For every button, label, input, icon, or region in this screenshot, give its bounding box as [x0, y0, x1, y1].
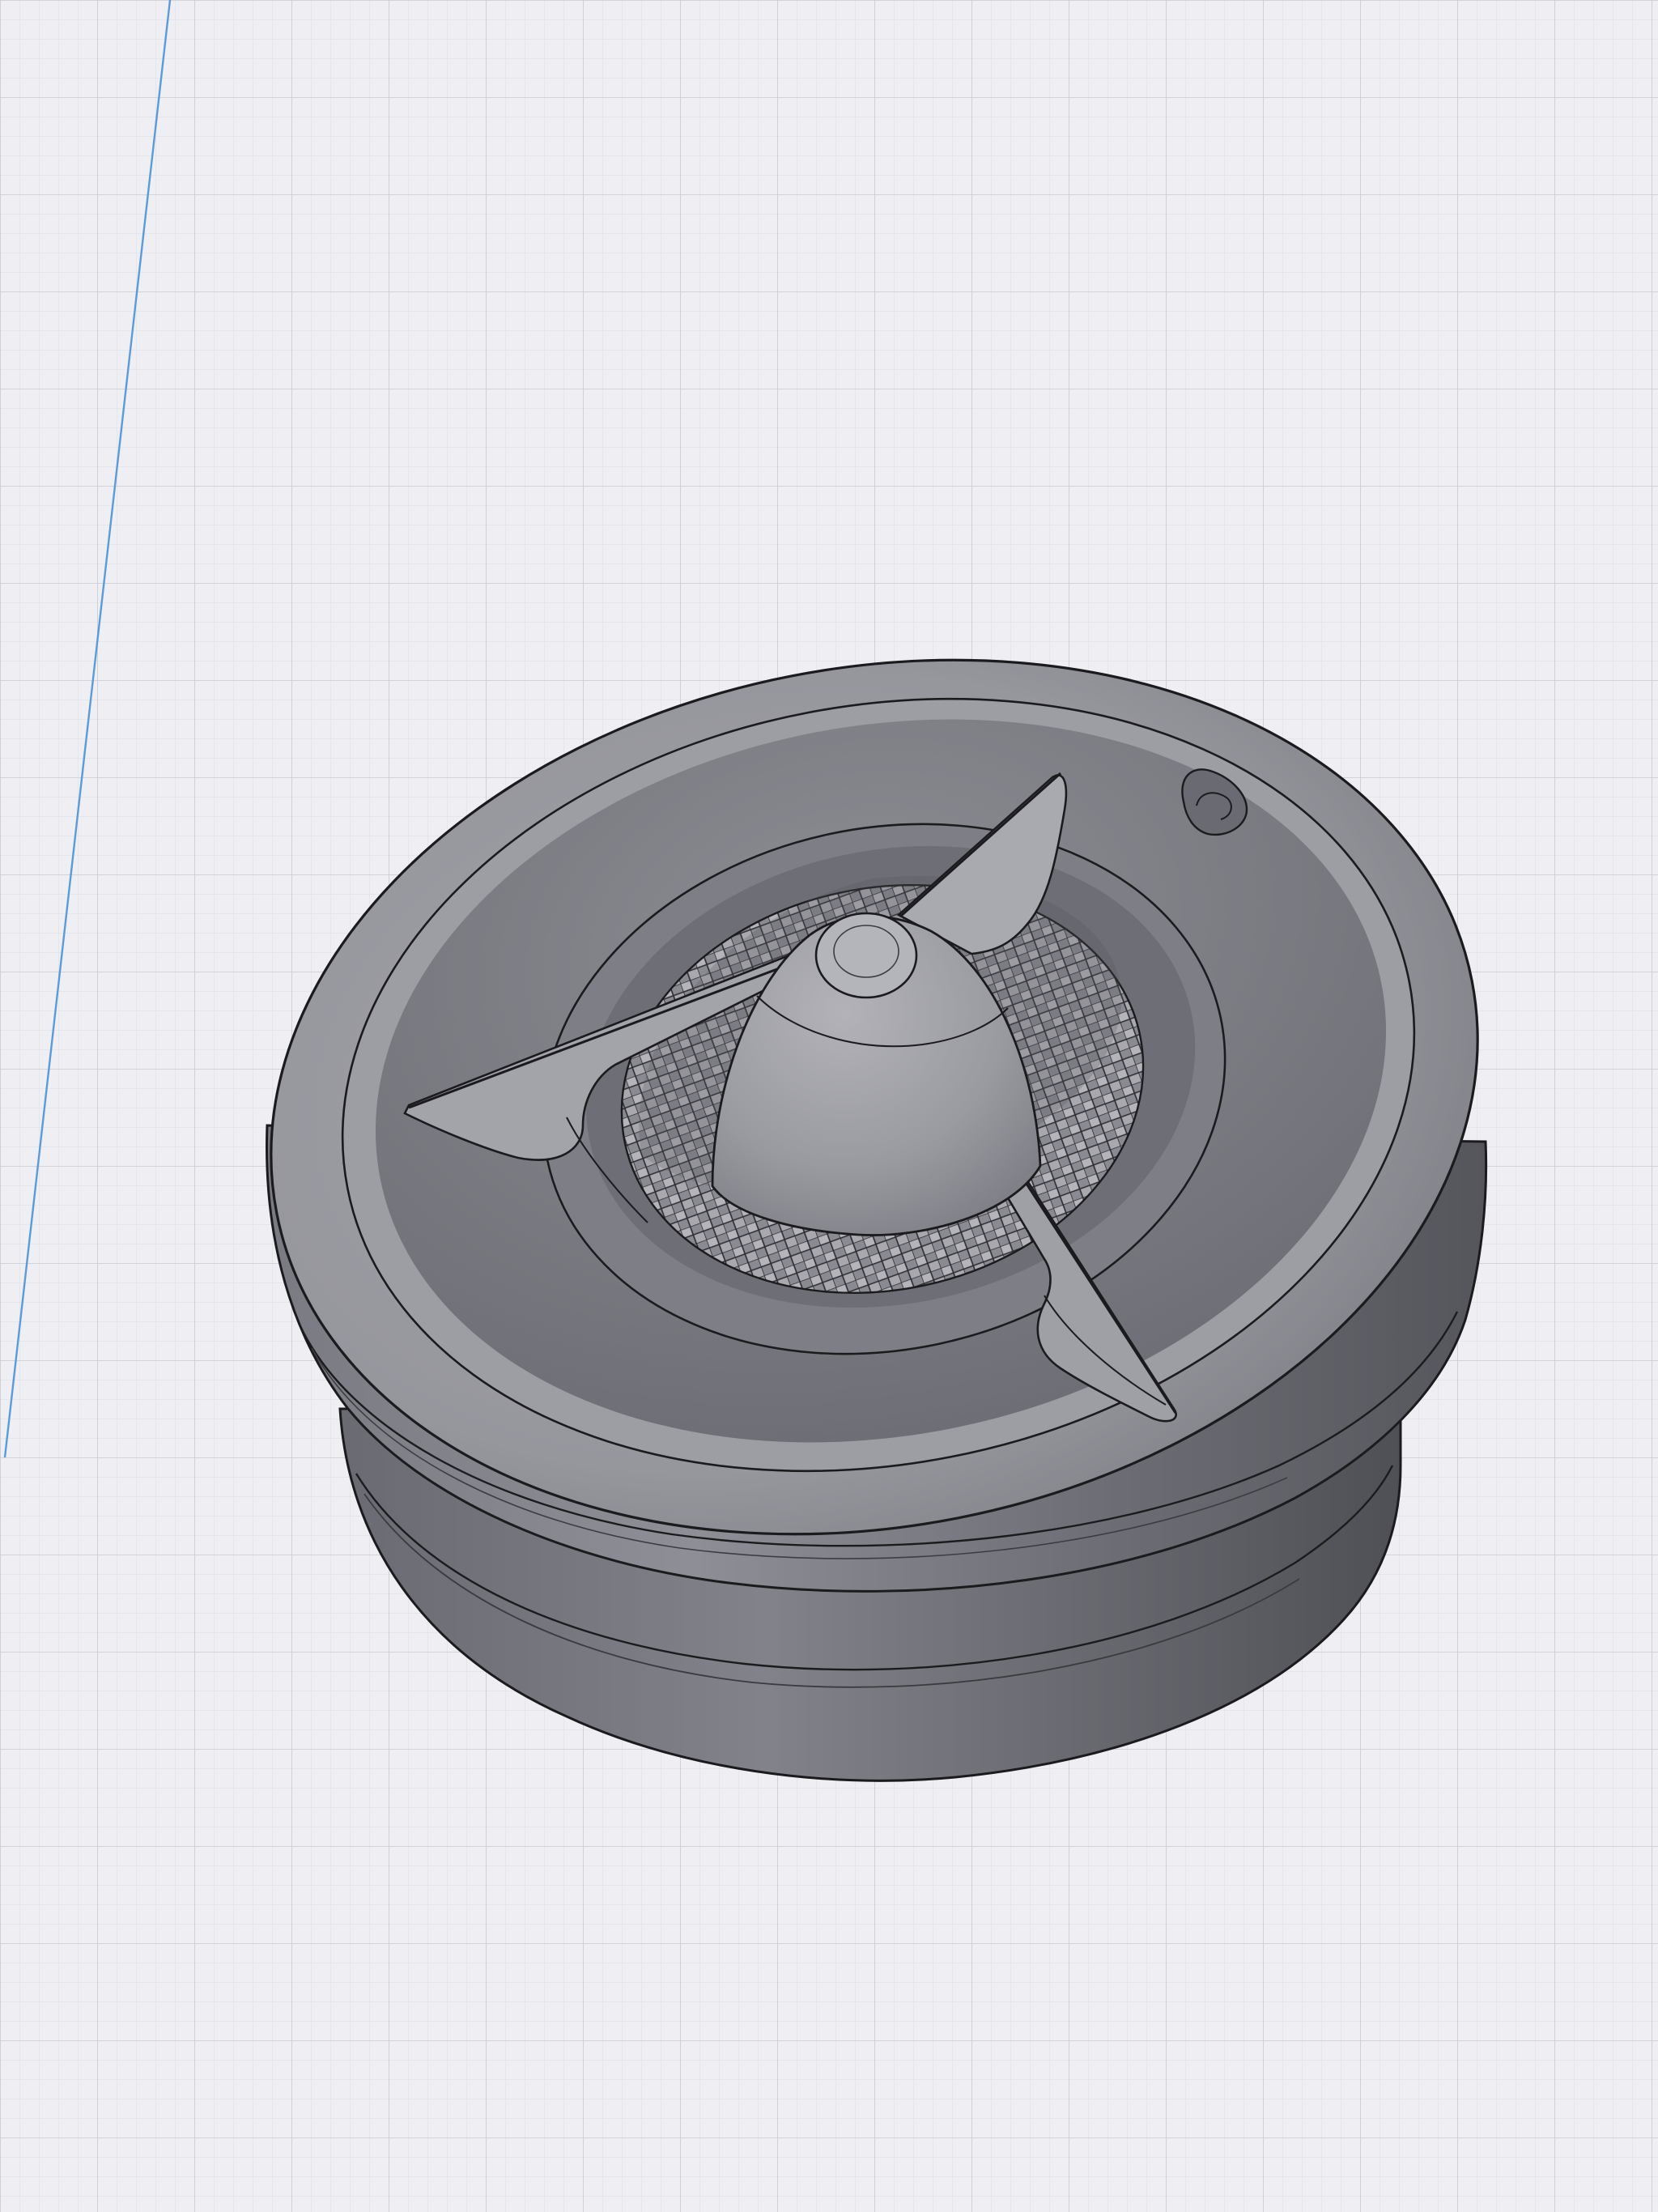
- 3d-viewport-canvas[interactable]: [0, 0, 1658, 2212]
